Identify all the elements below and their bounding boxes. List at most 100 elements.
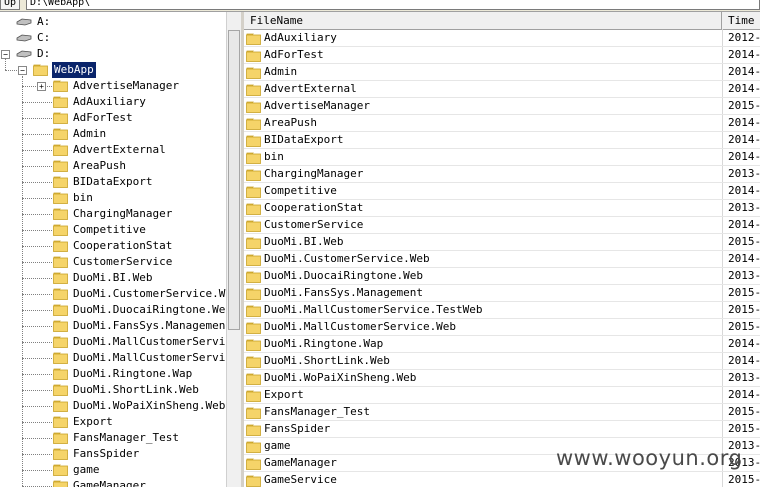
tree-folder[interactable]: DuoMi.ShortLink.Web bbox=[0, 382, 226, 398]
tree-scrollbar[interactable] bbox=[226, 12, 242, 487]
list-row[interactable]: AreaPush 2014- bbox=[244, 115, 760, 132]
tree-folder[interactable]: AdvertExternal bbox=[0, 142, 226, 158]
folder-icon bbox=[53, 352, 68, 364]
file-name: DuoMi.FansSys.Management bbox=[264, 286, 423, 299]
folder-icon bbox=[53, 176, 68, 188]
tree-folder[interactable]: AdForTest bbox=[0, 110, 226, 126]
file-time: 2015- bbox=[728, 99, 760, 112]
tree-folder[interactable]: FansSpider bbox=[0, 446, 226, 462]
tree-folder[interactable]: ChargingManager bbox=[0, 206, 226, 222]
tree-folder[interactable]: AreaPush bbox=[0, 158, 226, 174]
tree-drive[interactable]: C: bbox=[0, 30, 226, 46]
tree-folder[interactable]: DuoMi.FansSys.Management bbox=[0, 318, 232, 334]
open-folder-icon bbox=[33, 64, 48, 76]
list-row[interactable]: CustomerService 2014- bbox=[244, 217, 760, 234]
list-row[interactable]: DuoMi.Ringtone.Wap 2014- bbox=[244, 336, 760, 353]
tree-drive[interactable]: A: bbox=[0, 14, 226, 30]
list-row[interactable]: Competitive 2014- bbox=[244, 183, 760, 200]
list-row[interactable]: AdvertExternal 2014- bbox=[244, 81, 760, 98]
list-row[interactable]: FansSpider 2015- bbox=[244, 421, 760, 438]
tree-folder[interactable]: DuoMi.MallCustomerService.Web bbox=[0, 350, 242, 366]
tree-folder[interactable]: game bbox=[0, 462, 226, 478]
list-row[interactable]: AdvertiseManager 2015- bbox=[244, 98, 760, 115]
up-button[interactable]: Up bbox=[0, 0, 20, 10]
file-name: FansManager_Test bbox=[264, 405, 370, 418]
tree-folder[interactable]: BIDataExport bbox=[0, 174, 226, 190]
list-row[interactable]: GameService 2015- bbox=[244, 472, 760, 487]
list-row[interactable]: FansManager_Test 2015- bbox=[244, 404, 760, 421]
tree-folder-label: Admin bbox=[73, 127, 107, 140]
list-row[interactable]: DuoMi.ShortLink.Web 2014- bbox=[244, 353, 760, 370]
tree-folder[interactable]: FansManager_Test bbox=[0, 430, 226, 446]
tree-folder[interactable]: GameManager bbox=[0, 478, 226, 487]
tree-connector bbox=[5, 58, 6, 70]
column-header-filename[interactable]: FileName bbox=[244, 12, 722, 29]
tree-folder-label: AdvertExternal bbox=[73, 143, 166, 156]
list-row[interactable]: DuoMi.MallCustomerService.Web 2015- bbox=[244, 319, 760, 336]
tree-folder[interactable]: CustomerService bbox=[0, 254, 226, 270]
list-row[interactable]: DuoMi.CustomerService.Web 2014- bbox=[244, 251, 760, 268]
list-row[interactable]: DuoMi.WoPaiXinSheng.Web 2013- bbox=[244, 370, 760, 387]
list-row[interactable]: DuoMi.DuocaiRingtone.Web 2013- bbox=[244, 268, 760, 285]
list-row[interactable]: ChargingManager 2013- bbox=[244, 166, 760, 183]
drive-icon bbox=[16, 34, 32, 42]
list-row[interactable]: BIDataExport 2014- bbox=[244, 132, 760, 149]
list-row[interactable]: Admin 2014- bbox=[244, 64, 760, 81]
list-row[interactable]: bin 2014- bbox=[244, 149, 760, 166]
tree-folder[interactable]: DuoMi.CustomerService.Web bbox=[0, 286, 239, 302]
tree-folder-webapp[interactable]: − WebApp bbox=[0, 61, 226, 79]
folder-icon bbox=[246, 356, 261, 368]
tree-folder-label: AdAuxiliary bbox=[73, 95, 146, 108]
list-row[interactable]: AdAuxiliary 2012- bbox=[244, 30, 760, 47]
tree-scrollbar-thumb[interactable] bbox=[228, 30, 240, 330]
tree-folder[interactable]: Admin bbox=[0, 126, 226, 142]
folder-icon bbox=[53, 416, 68, 428]
tree-folder[interactable]: DuoMi.DuocaiRingtone.Web bbox=[0, 302, 232, 318]
list-row[interactable]: DuoMi.FansSys.Management 2015- bbox=[244, 285, 760, 302]
folder-icon bbox=[246, 33, 261, 45]
folder-icon bbox=[53, 128, 68, 140]
column-header-time[interactable]: Time bbox=[722, 12, 760, 29]
folder-icon bbox=[53, 208, 68, 220]
list-row[interactable]: DuoMi.BI.Web 2015- bbox=[244, 234, 760, 251]
tree-folder[interactable]: bin bbox=[0, 190, 226, 206]
file-name: DuoMi.DuocaiRingtone.Web bbox=[264, 269, 423, 282]
tree-folder[interactable]: Competitive bbox=[0, 222, 226, 238]
tree-folder[interactable]: DuoMi.MallCustomerService.TestWeb bbox=[0, 334, 242, 350]
tree-folder[interactable]: Export bbox=[0, 414, 226, 430]
file-time: 2015- bbox=[728, 303, 760, 316]
file-time: 2014- bbox=[728, 388, 760, 401]
file-time: 2014- bbox=[728, 150, 760, 163]
tree-folder[interactable]: DuoMi.BI.Web bbox=[0, 270, 226, 286]
file-time: 2013- bbox=[728, 269, 760, 282]
path-input[interactable]: D:\WebApp\ bbox=[26, 0, 760, 10]
tree-folder[interactable]: CooperationStat bbox=[0, 238, 226, 254]
tree-folder-label: bin bbox=[73, 191, 93, 204]
file-name: DuoMi.Ringtone.Wap bbox=[264, 337, 384, 350]
tree-folder-label: DuoMi.MallCustomerService.Web bbox=[73, 351, 242, 364]
tree-folder-label: Export bbox=[73, 415, 113, 428]
file-name: DuoMi.CustomerService.Web bbox=[264, 252, 430, 265]
folder-icon bbox=[53, 288, 68, 300]
tree-selected-label: WebApp bbox=[51, 61, 97, 79]
list-row[interactable]: DuoMi.MallCustomerService.TestWeb 2015- bbox=[244, 302, 760, 319]
expand-toggle[interactable]: + bbox=[37, 82, 46, 91]
tree-folder[interactable]: DuoMi.WoPaiXinSheng.Web bbox=[0, 398, 226, 414]
folder-icon bbox=[53, 192, 68, 204]
file-time: 2015- bbox=[728, 286, 760, 299]
file-time: 2014- bbox=[728, 252, 760, 265]
collapse-toggle[interactable]: − bbox=[18, 66, 27, 75]
tree-folder[interactable]: AdAuxiliary bbox=[0, 94, 226, 110]
folder-icon bbox=[246, 254, 261, 266]
tree-folder-label: DuoMi.Ringtone.Wap bbox=[73, 367, 193, 380]
tree-folder-label: DuoMi.WoPaiXinSheng.Web bbox=[73, 399, 226, 412]
list-row[interactable]: AdForTest 2014- bbox=[244, 47, 760, 64]
list-row[interactable]: CooperationStat 2013- bbox=[244, 200, 760, 217]
file-name: CooperationStat bbox=[264, 201, 364, 214]
tree-folder[interactable]: + AdvertiseManager bbox=[0, 78, 226, 94]
tree-folder-label: GameManager bbox=[73, 479, 146, 487]
tree-folder[interactable]: DuoMi.Ringtone.Wap bbox=[0, 366, 226, 382]
file-name: AreaPush bbox=[264, 116, 317, 129]
tree-drive[interactable]: − D: bbox=[0, 46, 226, 62]
list-row[interactable]: Export 2014- bbox=[244, 387, 760, 404]
